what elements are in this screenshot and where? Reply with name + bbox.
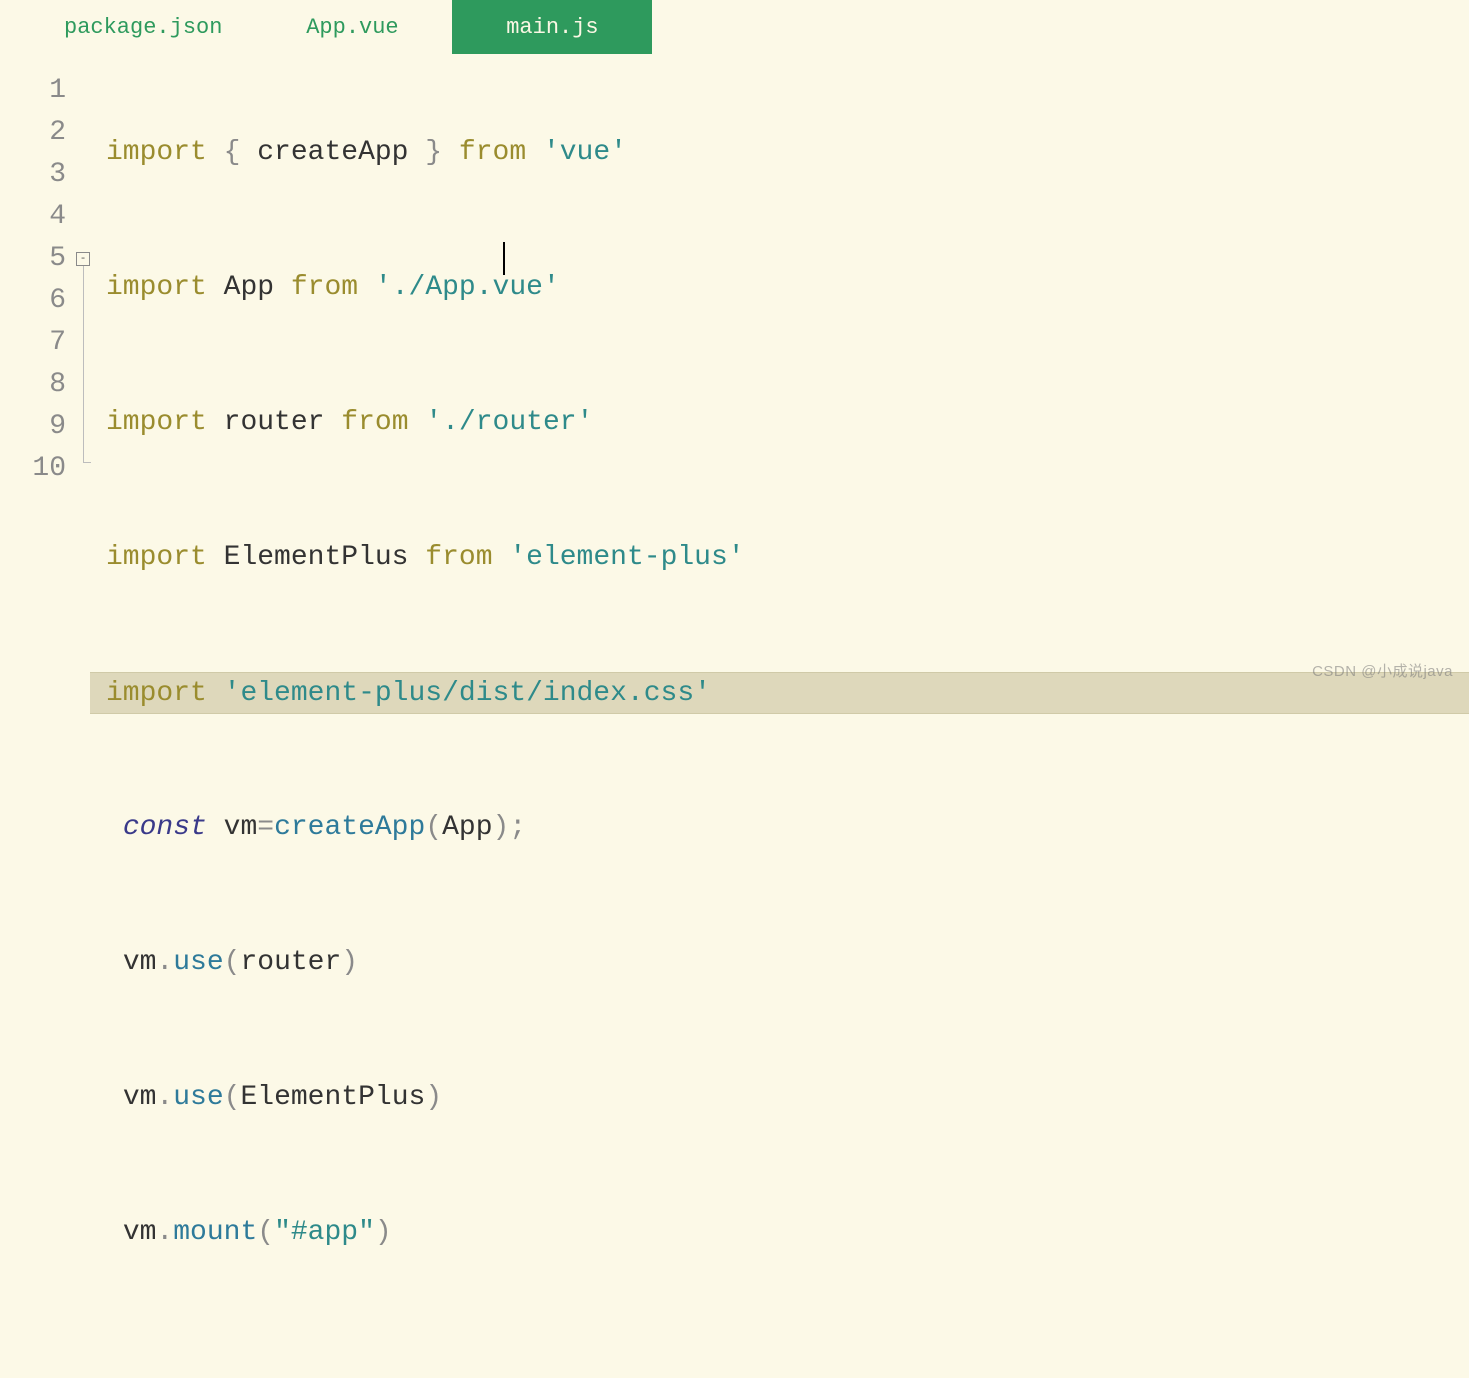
string-literal: vue xyxy=(560,137,610,168)
string-literal: ./App.vue xyxy=(392,272,543,303)
code-line[interactable]: vm.mount("#app") xyxy=(98,1212,1469,1254)
line-number: 10 xyxy=(0,448,66,490)
watermark: CSDN @小成说java xyxy=(1312,660,1453,681)
keyword-import: import xyxy=(106,137,207,168)
code-line[interactable]: const vm=createApp(App); xyxy=(98,807,1469,849)
fold-guide xyxy=(83,266,84,462)
line-number: 9 xyxy=(0,406,66,448)
fold-guide-end xyxy=(83,462,91,463)
code-area[interactable]: import { createApp } from 'vue' import A… xyxy=(98,70,1469,1378)
line-number: 8 xyxy=(0,364,66,406)
code-line[interactable]: import App from './App.vue' xyxy=(98,267,1469,309)
keyword-from: from xyxy=(341,407,408,438)
line-number: 4 xyxy=(0,196,66,238)
fold-toggle-icon[interactable]: - xyxy=(76,252,90,266)
code-line-active[interactable]: import 'element-plus/dist/index.css' xyxy=(90,672,1469,714)
line-number-gutter: 1 2 3 4 5 6 7 8 9 10 xyxy=(0,70,76,1378)
keyword-const: const xyxy=(123,812,207,843)
keyword-import: import xyxy=(106,678,207,709)
text-caret xyxy=(503,242,505,275)
fold-gutter: - xyxy=(76,70,98,1378)
code-line[interactable]: import { createApp } from 'vue' xyxy=(98,132,1469,174)
tab-main-js[interactable]: main.js xyxy=(452,0,652,54)
tab-bar: package.json App.vue main.js xyxy=(0,0,1469,54)
string-literal: #app xyxy=(291,1217,358,1248)
keyword-import: import xyxy=(106,542,207,573)
keyword-import: import xyxy=(106,272,207,303)
line-number: 7 xyxy=(0,322,66,364)
keyword-from: from xyxy=(425,542,492,573)
line-number: 2 xyxy=(0,112,66,154)
line-number: 1 xyxy=(0,70,66,112)
line-number: 6 xyxy=(0,280,66,322)
function-call: mount xyxy=(173,1217,257,1248)
keyword-from: from xyxy=(291,272,358,303)
function-call: use xyxy=(173,1082,223,1113)
code-line[interactable]: import router from './router' xyxy=(98,402,1469,444)
keyword-from: from xyxy=(459,137,526,168)
line-number: 5 xyxy=(0,238,66,280)
tab-app-vue[interactable]: App.vue xyxy=(252,0,452,54)
function-call: createApp xyxy=(274,812,425,843)
line-number: 3 xyxy=(0,154,66,196)
code-line[interactable]: vm.use(router) xyxy=(98,942,1469,984)
tab-package-json[interactable]: package.json xyxy=(34,0,252,54)
string-literal: ./router xyxy=(442,407,576,438)
code-line[interactable]: import ElementPlus from 'element-plus' xyxy=(98,537,1469,579)
code-editor[interactable]: 1 2 3 4 5 6 7 8 9 10 - import { createAp… xyxy=(0,54,1469,1378)
code-line[interactable]: vm.use(ElementPlus) xyxy=(98,1077,1469,1119)
keyword-import: import xyxy=(106,407,207,438)
string-literal: element-plus xyxy=(526,542,728,573)
function-call: use xyxy=(173,947,223,978)
string-literal: element-plus/dist/index.css xyxy=(240,678,694,709)
